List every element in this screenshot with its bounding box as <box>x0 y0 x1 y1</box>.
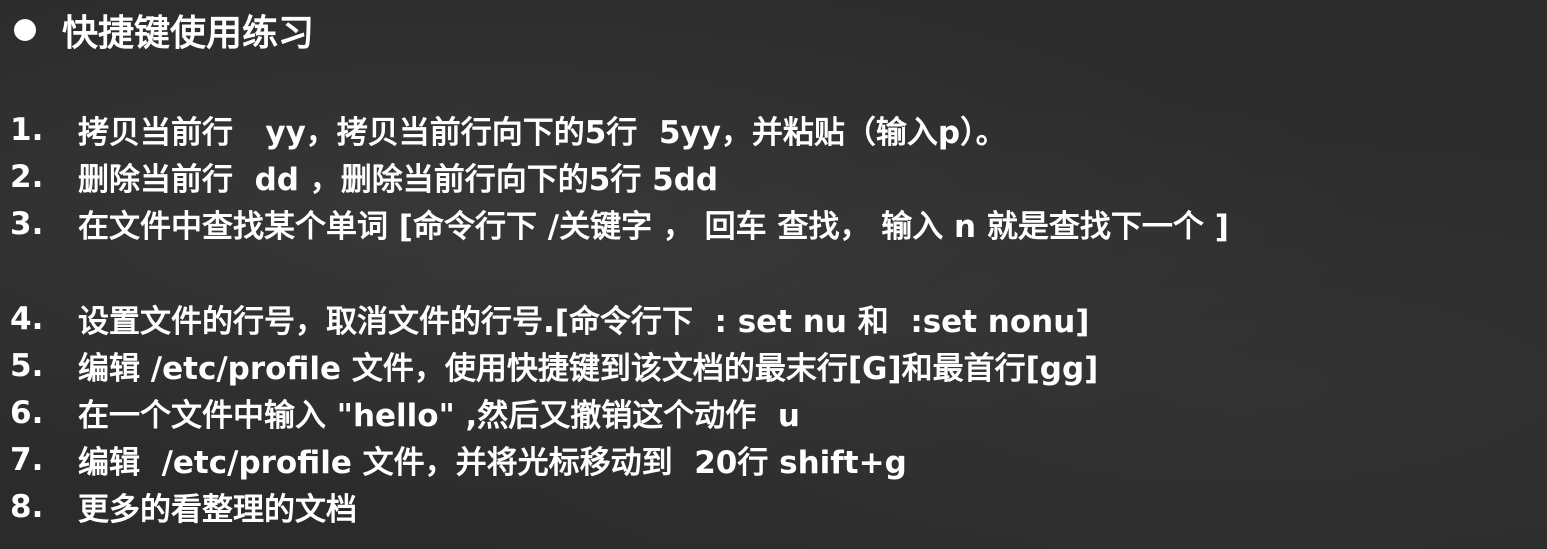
list-item-text: 编辑 /etc/profile 文件，并将光标移动到 20行 shift+g <box>78 445 907 481</box>
list-item-number: 7. <box>10 441 44 478</box>
list-item: 1. 拷贝当前行 yy，拷贝当前行向下的5行 5yy，并粘贴（输入p）。 <box>10 106 1540 153</box>
list-item-number: 8. <box>10 488 44 525</box>
list-item-text: 编辑 /etc/profile 文件，使用快捷键到该文档的最末行[G]和最首行[… <box>78 351 1099 387</box>
exercise-list: 1. 拷贝当前行 yy，拷贝当前行向下的5行 5yy，并粘贴（输入p）。 2. … <box>10 106 1540 530</box>
list-item-text: 拷贝当前行 yy，拷贝当前行向下的5行 5yy，并粘贴（输入p）。 <box>78 115 1007 151</box>
list-item-number: 3. <box>10 205 44 242</box>
list-item: 2. 删除当前行 dd ，删除当前行向下的5行 5dd <box>10 153 1540 200</box>
list-item: 7. 编辑 /etc/profile 文件，并将光标移动到 20行 shift+… <box>10 436 1540 483</box>
slide: 快捷键使用练习 1. 拷贝当前行 yy，拷贝当前行向下的5行 5yy，并粘贴（输… <box>0 0 1547 549</box>
list-item-text: 更多的看整理的文档 <box>78 492 357 528</box>
slide-title-text: 快捷键使用练习 <box>62 13 315 54</box>
list-item-number: 1. <box>10 111 44 148</box>
slide-title: 快捷键使用练习 <box>10 4 314 56</box>
list-item: 8. 更多的看整理的文档 <box>10 483 1540 530</box>
list-item-text: 在文件中查找某个单词 [命令行下 /关键字 ， 回车 查找， 输入 n 就是查找… <box>78 209 1229 245</box>
list-item: 5. 编辑 /etc/profile 文件，使用快捷键到该文档的最末行[G]和最… <box>10 342 1540 389</box>
list-item-number: 2. <box>10 158 44 195</box>
list-item-number: 5. <box>10 347 44 384</box>
list-item: 6. 在一个文件中输入 "hello" ,然后又撤销这个动作 u <box>10 389 1540 436</box>
list-item-number: 4. <box>10 300 44 337</box>
list-item: 4. 设置文件的行号，取消文件的行号.[命令行下 : set nu 和 :set… <box>10 295 1540 342</box>
list-item-text: 删除当前行 dd ，删除当前行向下的5行 5dd <box>78 162 719 198</box>
list-item-text: 设置文件的行号，取消文件的行号.[命令行下 : set nu 和 :set no… <box>78 304 1090 340</box>
bullet-dot-icon <box>14 19 36 41</box>
list-item: 3. 在文件中查找某个单词 [命令行下 /关键字 ， 回车 查找， 输入 n 就… <box>10 200 1540 247</box>
list-item-number: 6. <box>10 394 44 431</box>
list-item-text: 在一个文件中输入 "hello" ,然后又撤销这个动作 u <box>78 398 800 434</box>
